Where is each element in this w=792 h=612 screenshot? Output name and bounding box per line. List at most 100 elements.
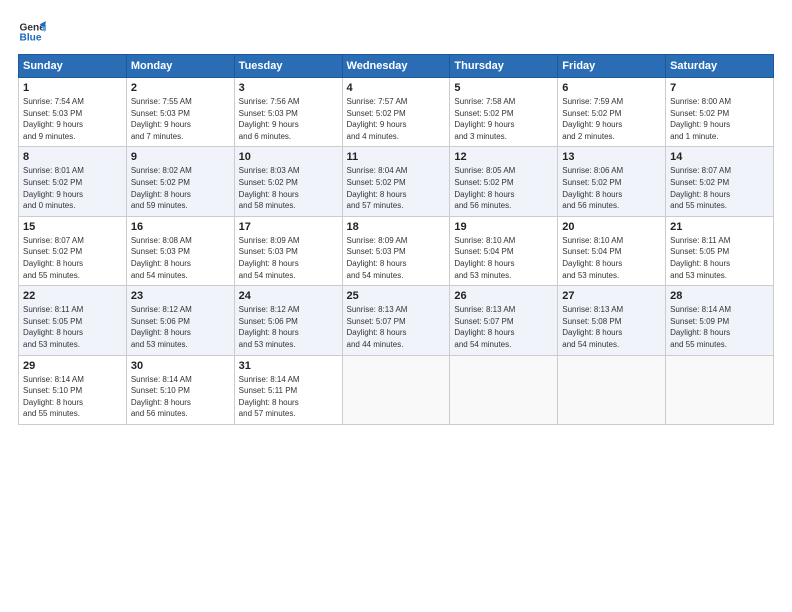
day-info: Sunrise: 8:12 AM Sunset: 5:06 PM Dayligh… [131, 304, 230, 350]
logo: General Blue [18, 18, 50, 46]
calendar-cell: 27 Sunrise: 8:13 AM Sunset: 5:08 PM Dayli… [558, 286, 666, 355]
day-number: 19 [454, 221, 553, 233]
col-header-tuesday: Tuesday [234, 55, 342, 78]
calendar-cell: 14Sunrise: 8:07 AM Sunset: 5:02 PM Dayli… [666, 147, 774, 216]
day-number: 17 [239, 221, 338, 233]
day-info: Sunrise: 8:03 AM Sunset: 5:02 PM Dayligh… [239, 165, 338, 211]
header: General Blue [18, 18, 774, 46]
day-number: 4 [347, 82, 446, 94]
day-number: 5 [454, 82, 553, 94]
calendar-cell: 11 Sunrise: 8:04 AM Sunset: 5:02 PM Dayli… [342, 147, 450, 216]
day-number: 22 [23, 290, 122, 302]
day-number: 25 [347, 290, 446, 302]
day-info: Sunrise: 8:10 AM Sunset: 5:04 PM Dayligh… [562, 235, 661, 281]
calendar-cell: 23 Sunrise: 8:12 AM Sunset: 5:06 PM Dayli… [126, 286, 234, 355]
day-info: Sunrise: 8:13 AM Sunset: 5:08 PM Dayligh… [562, 304, 661, 350]
day-info: Sunrise: 8:01 AM Sunset: 5:02 PM Dayligh… [23, 165, 122, 211]
calendar-cell: 30Sunrise: 8:14 AM Sunset: 5:10 PM Dayli… [126, 355, 234, 424]
day-number: 11 [347, 151, 446, 163]
calendar-cell: 8 Sunrise: 8:01 AM Sunset: 5:02 PM Daylig… [19, 147, 127, 216]
calendar-cell: 12 Sunrise: 8:05 AM Sunset: 5:02 PM Dayli… [450, 147, 558, 216]
calendar-cell: 24 Sunrise: 8:12 AM Sunset: 5:06 PM Dayli… [234, 286, 342, 355]
day-number: 26 [454, 290, 553, 302]
calendar-cell: 18 Sunrise: 8:09 AM Sunset: 5:03 PM Dayli… [342, 216, 450, 285]
day-number: 24 [239, 290, 338, 302]
day-number: 16 [131, 221, 230, 233]
calendar-week-3: 15Sunrise: 8:07 AM Sunset: 5:02 PM Dayli… [19, 216, 774, 285]
calendar-cell: 9 Sunrise: 8:02 AM Sunset: 5:02 PM Daylig… [126, 147, 234, 216]
day-number: 7 [670, 82, 769, 94]
day-number: 2 [131, 82, 230, 94]
svg-text:Blue: Blue [20, 33, 42, 44]
calendar-cell [450, 355, 558, 424]
day-info: Sunrise: 8:14 AM Sunset: 5:09 PM Dayligh… [670, 304, 769, 350]
calendar-table: SundayMondayTuesdayWednesdayThursdayFrid… [18, 54, 774, 425]
col-header-thursday: Thursday [450, 55, 558, 78]
day-number: 27 [562, 290, 661, 302]
calendar-cell: 28 Sunrise: 8:14 AM Sunset: 5:09 PM Dayli… [666, 286, 774, 355]
day-info: Sunrise: 8:02 AM Sunset: 5:02 PM Dayligh… [131, 165, 230, 211]
day-number: 23 [131, 290, 230, 302]
day-info: Sunrise: 8:00 AM Sunset: 5:02 PM Dayligh… [670, 96, 769, 142]
calendar-cell: 25 Sunrise: 8:13 AM Sunset: 5:07 PM Dayli… [342, 286, 450, 355]
day-info: Sunrise: 8:14 AM Sunset: 5:10 PM Dayligh… [131, 374, 230, 420]
calendar-cell: 6Sunrise: 7:59 AM Sunset: 5:02 PM Daylig… [558, 78, 666, 147]
calendar-week-1: 1 Sunrise: 7:54 AM Sunset: 5:03 PM Daylig… [19, 78, 774, 147]
day-number: 28 [670, 290, 769, 302]
day-info: Sunrise: 8:12 AM Sunset: 5:06 PM Dayligh… [239, 304, 338, 350]
day-number: 1 [23, 82, 122, 94]
col-header-friday: Friday [558, 55, 666, 78]
day-number: 9 [131, 151, 230, 163]
calendar-cell: 1 Sunrise: 7:54 AM Sunset: 5:03 PM Daylig… [19, 78, 127, 147]
day-info: Sunrise: 8:07 AM Sunset: 5:02 PM Dayligh… [23, 235, 122, 281]
col-header-monday: Monday [126, 55, 234, 78]
day-number: 31 [239, 360, 338, 372]
day-info: Sunrise: 8:04 AM Sunset: 5:02 PM Dayligh… [347, 165, 446, 211]
calendar-cell [342, 355, 450, 424]
calendar-cell: 31 Sunrise: 8:14 AM Sunset: 5:11 PM Dayli… [234, 355, 342, 424]
col-header-sunday: Sunday [19, 55, 127, 78]
calendar-cell: 20 Sunrise: 8:10 AM Sunset: 5:04 PM Dayli… [558, 216, 666, 285]
day-info: Sunrise: 8:11 AM Sunset: 5:05 PM Dayligh… [23, 304, 122, 350]
day-info: Sunrise: 7:56 AM Sunset: 5:03 PM Dayligh… [239, 96, 338, 142]
day-info: Sunrise: 7:55 AM Sunset: 5:03 PM Dayligh… [131, 96, 230, 142]
calendar-cell: 17Sunrise: 8:09 AM Sunset: 5:03 PM Dayli… [234, 216, 342, 285]
day-number: 8 [23, 151, 122, 163]
calendar-week-4: 22 Sunrise: 8:11 AM Sunset: 5:05 PM Dayli… [19, 286, 774, 355]
calendar-cell: 29Sunrise: 8:14 AM Sunset: 5:10 PM Dayli… [19, 355, 127, 424]
calendar-cell [666, 355, 774, 424]
day-number: 6 [562, 82, 661, 94]
calendar-cell: 4Sunrise: 7:57 AM Sunset: 5:02 PM Daylig… [342, 78, 450, 147]
day-info: Sunrise: 8:10 AM Sunset: 5:04 PM Dayligh… [454, 235, 553, 281]
day-number: 12 [454, 151, 553, 163]
day-info: Sunrise: 8:05 AM Sunset: 5:02 PM Dayligh… [454, 165, 553, 211]
col-header-saturday: Saturday [666, 55, 774, 78]
calendar-cell: 2 Sunrise: 7:55 AM Sunset: 5:03 PM Daylig… [126, 78, 234, 147]
calendar-cell: 10 Sunrise: 8:03 AM Sunset: 5:02 PM Dayli… [234, 147, 342, 216]
col-header-wednesday: Wednesday [342, 55, 450, 78]
day-number: 10 [239, 151, 338, 163]
calendar-cell: 3Sunrise: 7:56 AM Sunset: 5:03 PM Daylig… [234, 78, 342, 147]
day-info: Sunrise: 8:11 AM Sunset: 5:05 PM Dayligh… [670, 235, 769, 281]
calendar-cell [558, 355, 666, 424]
day-number: 29 [23, 360, 122, 372]
day-number: 13 [562, 151, 661, 163]
day-info: Sunrise: 8:06 AM Sunset: 5:02 PM Dayligh… [562, 165, 661, 211]
calendar-cell: 19 Sunrise: 8:10 AM Sunset: 5:04 PM Dayli… [450, 216, 558, 285]
calendar-cell: 13 Sunrise: 8:06 AM Sunset: 5:02 PM Dayli… [558, 147, 666, 216]
day-info: Sunrise: 8:14 AM Sunset: 5:11 PM Dayligh… [239, 374, 338, 420]
day-info: Sunrise: 8:13 AM Sunset: 5:07 PM Dayligh… [347, 304, 446, 350]
day-info: Sunrise: 7:54 AM Sunset: 5:03 PM Dayligh… [23, 96, 122, 142]
day-number: 18 [347, 221, 446, 233]
logo-icon: General Blue [18, 18, 46, 46]
page: General Blue SundayMondayTuesdayWednesda… [0, 0, 792, 435]
calendar-cell: 22 Sunrise: 8:11 AM Sunset: 5:05 PM Dayli… [19, 286, 127, 355]
calendar-cell: 16Sunrise: 8:08 AM Sunset: 5:03 PM Dayli… [126, 216, 234, 285]
day-info: Sunrise: 8:09 AM Sunset: 5:03 PM Dayligh… [347, 235, 446, 281]
day-number: 20 [562, 221, 661, 233]
day-number: 21 [670, 221, 769, 233]
calendar-cell: 5 Sunrise: 7:58 AM Sunset: 5:02 PM Daylig… [450, 78, 558, 147]
calendar-week-2: 8 Sunrise: 8:01 AM Sunset: 5:02 PM Daylig… [19, 147, 774, 216]
day-info: Sunrise: 7:58 AM Sunset: 5:02 PM Dayligh… [454, 96, 553, 142]
day-number: 14 [670, 151, 769, 163]
